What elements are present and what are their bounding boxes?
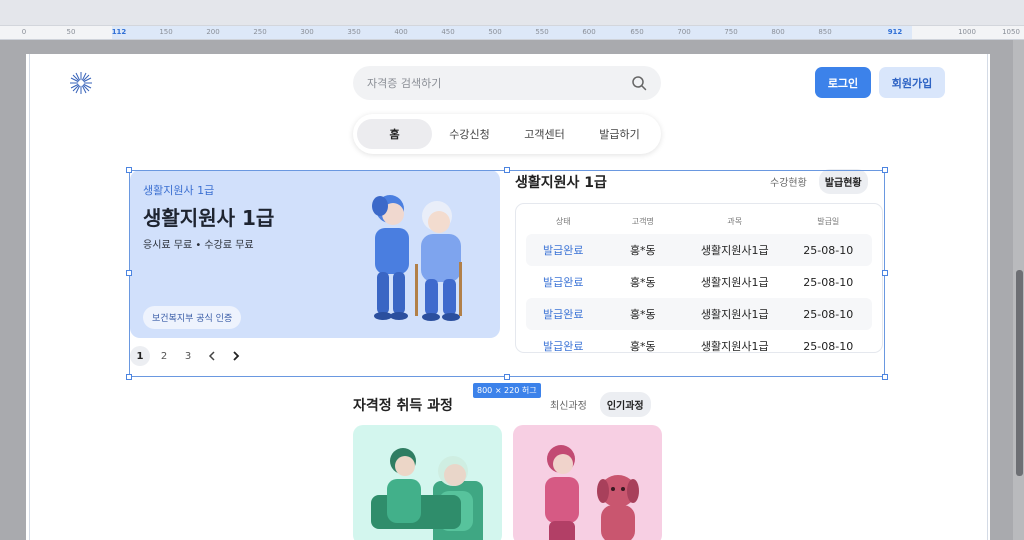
- sunburst-logo-icon[interactable]: [69, 71, 93, 95]
- ruler-label: 800: [771, 28, 785, 36]
- tab-enroll-status[interactable]: 수강현황: [764, 169, 813, 194]
- date-cell: 25-08-10: [803, 307, 854, 321]
- banner-title: 생활지원사 1급: [143, 206, 275, 230]
- ruler-label: 300: [300, 28, 314, 36]
- column-header: 발급일: [817, 216, 840, 226]
- resize-handle-right[interactable]: [882, 270, 888, 276]
- resize-handle-left[interactable]: [126, 270, 132, 276]
- banner-kicker: 생활지원사 1급: [143, 184, 215, 197]
- ruler-label: 350: [347, 28, 361, 36]
- course-card-pet-care[interactable]: [513, 425, 662, 540]
- ruler-label: 250: [253, 28, 267, 36]
- banner-pager: 1 2 3: [130, 346, 246, 366]
- ruler-selection-range: [112, 26, 912, 39]
- customer-cell: 홍*동: [629, 276, 656, 289]
- column-header: 과목: [727, 216, 743, 226]
- tab-popular-courses[interactable]: 인기과정: [599, 392, 651, 417]
- horizontal-ruler: 0 50 112 150 200 250 300 350 400 450 500…: [0, 26, 1024, 40]
- date-cell: 25-08-10: [803, 339, 854, 353]
- course-card-elder-care[interactable]: [353, 425, 502, 540]
- artboard-guide-right: [987, 54, 988, 540]
- search-input[interactable]: [367, 76, 631, 90]
- ruler-label: 700: [677, 28, 691, 36]
- ruler-label: 400: [394, 28, 408, 36]
- resize-handle-top-left[interactable]: [126, 167, 132, 173]
- resize-handle-top-right[interactable]: [882, 167, 888, 173]
- subject-cell: 생활지원사1급: [700, 244, 769, 257]
- tab-home[interactable]: 홈: [357, 119, 432, 149]
- scrollbar-thumb[interactable]: [1016, 270, 1023, 476]
- ruler-label: 50: [66, 28, 76, 36]
- table-row[interactable]: 발급완료 홍*동 생활지원사1급 25-08-10: [526, 266, 872, 298]
- customer-cell: 홍*동: [629, 244, 656, 257]
- status-panel-title: 생활지원사 1급: [515, 175, 607, 191]
- table-row[interactable]: 발급완료 홍*동 생활지원사1급 25-08-10: [526, 234, 872, 266]
- selection-size-tag: 800 × 220 허그: [473, 383, 541, 398]
- page-1-button[interactable]: 1: [130, 346, 150, 366]
- ruler-label: 0: [21, 28, 27, 36]
- page-2-button[interactable]: 2: [154, 346, 174, 366]
- search-icon[interactable]: [631, 75, 647, 91]
- chevron-left-icon[interactable]: [202, 346, 222, 366]
- editor-topbar: [0, 0, 1024, 26]
- tab-issue-status[interactable]: 발급현황: [818, 169, 868, 194]
- caregiver-elder-illustration: [372, 195, 462, 321]
- resize-handle-bottom-right[interactable]: [882, 374, 888, 380]
- main-nav: 홈 수강신청 고객센터 발급하기: [353, 114, 661, 154]
- tab-enroll[interactable]: 수강신청: [432, 119, 507, 149]
- date-cell: 25-08-10: [803, 275, 854, 289]
- course-tabs: 최신과정 인기과정: [543, 392, 651, 417]
- customer-cell: 홍*동: [629, 308, 656, 321]
- ruler-label: 500: [488, 28, 502, 36]
- ruler-label: 1050: [1002, 28, 1020, 36]
- ruler-label: 912: [887, 28, 903, 36]
- elder-care-illustration: [371, 448, 483, 540]
- ruler-label: 600: [582, 28, 596, 36]
- table-row[interactable]: 발급완료 홍*동 생활지원사1급 25-08-10: [526, 330, 872, 353]
- courses-section-title: 자격정 취득 과정: [353, 398, 453, 414]
- issue-status-table: 상태 고객명 과목 발급일 발급완료 홍*동 생활지원사1급 25-08-10 …: [515, 203, 883, 353]
- ruler-label: 750: [724, 28, 738, 36]
- subject-cell: 생활지원사1급: [700, 340, 769, 353]
- chevron-right-icon[interactable]: [226, 346, 246, 366]
- status-cell: 발급완료: [543, 308, 584, 321]
- table-row[interactable]: 발급완료 홍*동 생활지원사1급 25-08-10: [526, 298, 872, 330]
- tab-issue[interactable]: 발급하기: [582, 119, 657, 149]
- ruler-label: 850: [818, 28, 832, 36]
- search-bar[interactable]: [353, 66, 661, 100]
- artboard[interactable]: 로그인 회원가입 홈 수강신청 고객센터 발급하기 생활지원사 1급 생활지원사…: [26, 54, 990, 540]
- status-cell: 발급완료: [543, 340, 584, 353]
- column-header: 고객명: [631, 216, 654, 226]
- banner-subtitle: 응시료 무료 • 수강료 무료: [143, 240, 254, 251]
- ruler-label: 1000: [958, 28, 976, 36]
- signup-button[interactable]: 회원가입: [879, 67, 945, 98]
- artboard-guide-left: [29, 54, 30, 540]
- resize-handle-top[interactable]: [504, 167, 510, 173]
- table-header: 상태 고객명 과목 발급일: [526, 212, 872, 230]
- subject-cell: 생활지원사1급: [700, 276, 769, 289]
- pet-care-illustration: [545, 445, 639, 540]
- ruler-label: 112: [111, 28, 127, 36]
- subject-cell: 생활지원사1급: [700, 308, 769, 321]
- date-cell: 25-08-10: [803, 243, 854, 257]
- status-tabs: 수강현황 발급현황: [764, 169, 868, 194]
- login-button[interactable]: 로그인: [815, 67, 871, 98]
- status-cell: 발급완료: [543, 244, 584, 257]
- resize-handle-bottom[interactable]: [504, 374, 510, 380]
- hero-banner[interactable]: 생활지원사 1급 생활지원사 1급 응시료 무료 • 수강료 무료 보건복지부 …: [130, 170, 500, 338]
- ruler-label: 650: [630, 28, 644, 36]
- tab-support[interactable]: 고객센터: [507, 119, 582, 149]
- tab-latest-courses[interactable]: 최신과정: [543, 392, 594, 417]
- ruler-label: 450: [441, 28, 455, 36]
- column-header: 상태: [555, 216, 571, 226]
- certification-badge: 보건복지부 공식 인증: [143, 306, 242, 329]
- status-cell: 발급완료: [543, 276, 584, 289]
- customer-cell: 홍*동: [629, 340, 656, 353]
- resize-handle-bottom-left[interactable]: [126, 374, 132, 380]
- ruler-label: 550: [535, 28, 549, 36]
- ruler-label: 150: [159, 28, 173, 36]
- page-3-button[interactable]: 3: [178, 346, 198, 366]
- ruler-label: 200: [206, 28, 220, 36]
